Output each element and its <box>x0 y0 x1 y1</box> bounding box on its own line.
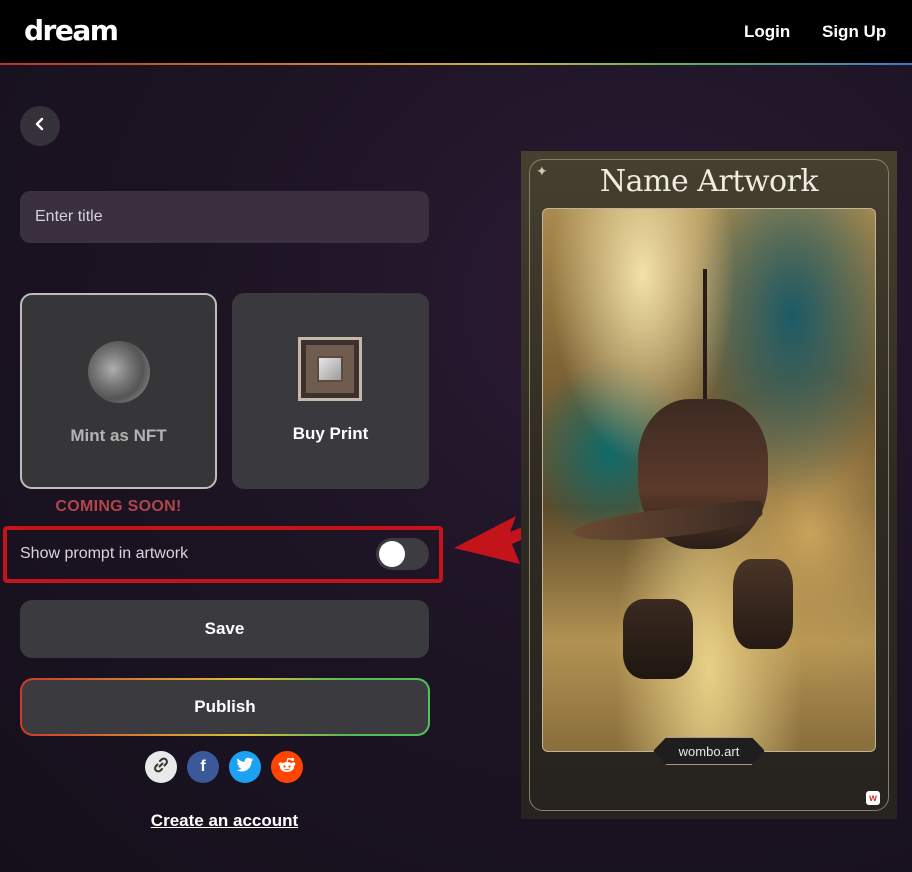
back-button[interactable] <box>20 106 60 146</box>
buy-print-card[interactable]: Buy Print <box>232 293 429 489</box>
facebook-icon: f <box>200 758 206 775</box>
small-airship-right <box>733 559 793 649</box>
annotation-arrow-icon <box>454 516 530 564</box>
wombo-watermark: wombo.art <box>653 737 765 765</box>
picture-frame-icon <box>298 337 362 401</box>
mint-nft-label: Mint as NFT <box>70 426 167 445</box>
rainbow-divider <box>0 63 912 65</box>
buy-print-label: Buy Print <box>292 424 369 443</box>
create-account-link[interactable]: Create an account <box>20 811 429 831</box>
small-airship <box>623 599 693 679</box>
twitter-share-button[interactable] <box>229 751 261 783</box>
publish-button-border: Publish <box>20 678 430 736</box>
show-prompt-label: Show prompt in artwork <box>20 545 189 562</box>
airship-mast <box>703 269 707 409</box>
artwork-title: Name Artwork <box>599 164 819 199</box>
save-button[interactable]: Save <box>20 600 429 658</box>
top-navigation-bar: dream Login Sign Up <box>0 0 912 64</box>
reddit-share-button[interactable] <box>271 751 303 783</box>
mint-nft-card[interactable]: Mint as NFT <box>20 293 217 489</box>
dream-logo[interactable]: dream <box>24 14 119 47</box>
chevron-left-icon <box>33 117 47 136</box>
reddit-icon <box>277 756 297 779</box>
artwork-image <box>542 208 876 752</box>
coming-soon-label: COMING SOON! <box>55 498 182 515</box>
link-icon <box>152 756 170 779</box>
login-link[interactable]: Login <box>744 22 790 42</box>
twitter-icon <box>236 757 254 778</box>
coin-icon <box>88 341 150 403</box>
facebook-share-button[interactable]: f <box>187 751 219 783</box>
publish-button[interactable]: Publish <box>22 680 428 734</box>
copy-link-button[interactable] <box>145 751 177 783</box>
signup-link[interactable]: Sign Up <box>822 22 886 42</box>
artwork-preview-card: ✦ Name Artwork wombo.art w <box>521 151 897 819</box>
title-input[interactable] <box>20 191 429 243</box>
toggle-knob <box>379 541 405 567</box>
wombo-logo-icon: w <box>866 791 880 805</box>
show-prompt-toggle[interactable] <box>376 538 429 570</box>
